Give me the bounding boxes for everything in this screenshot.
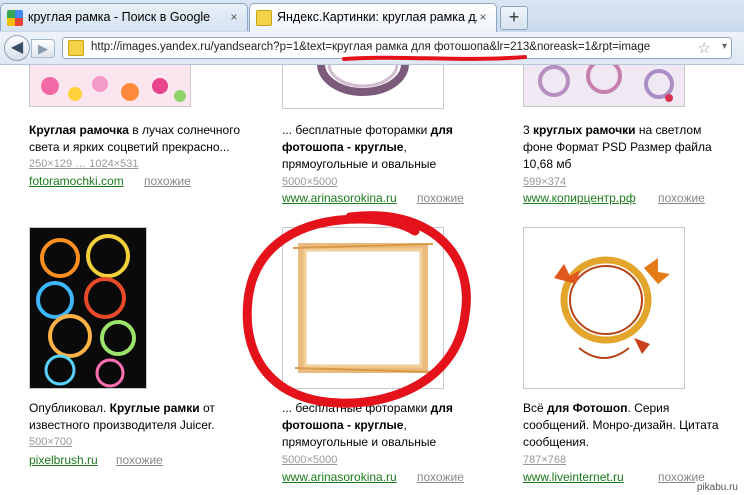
history-dropdown-icon[interactable]: ▾ (722, 41, 727, 52)
new-tab-button[interactable]: + (500, 6, 528, 30)
image-size[interactable]: 250×129 … 1024×531 (29, 158, 139, 170)
tab-title: круглая рамка - Поиск в Google (28, 10, 211, 24)
navigation-bar: ◀ ▶ http://images.yandex.ru/yandsearch?p… (0, 32, 744, 65)
tab-google-search[interactable]: круглая рамка - Поиск в Google × (0, 3, 248, 31)
bookmark-star-icon[interactable]: ☆ (698, 39, 711, 57)
image-autumn-round-frame (524, 228, 684, 388)
image-three-frames (524, 65, 684, 106)
back-button[interactable]: ◀ (4, 35, 30, 61)
result-snippet: Опубликовал. Круглые рамки от известного… (29, 401, 215, 432)
result-thumbnail[interactable] (523, 227, 685, 389)
result-snippet: Круглая рамочка в лучах солнечного света… (29, 123, 240, 154)
image-size[interactable]: 599×374 (523, 176, 566, 188)
tab-strip: круглая рамка - Поиск в Google × Яндекс.… (0, 0, 744, 33)
search-results: Круглая рамочка в лучах солнечного света… (0, 65, 744, 495)
image-size[interactable]: 5000×5000 (282, 176, 337, 188)
source-link[interactable]: pixelbrush.ru (29, 453, 98, 467)
source-link[interactable]: www.arinasorokina.ru (282, 191, 397, 205)
forward-button[interactable]: ▶ (31, 39, 55, 58)
result-thumbnail[interactable] (29, 65, 191, 107)
close-tab-icon[interactable]: × (227, 10, 241, 24)
image-round-frame (283, 65, 443, 108)
source-link[interactable]: www.liveinternet.ru (523, 470, 624, 484)
image-flower-frame (30, 65, 190, 106)
annotation-underline (342, 55, 527, 61)
image-size[interactable]: 787×768 (523, 454, 566, 466)
result-snippet: Всё для Фотошоп. Серия сообщений. Монро-… (523, 401, 719, 449)
yandex-icon (256, 10, 272, 26)
similar-link[interactable]: похожие (658, 191, 705, 205)
result-thumbnail[interactable] (29, 227, 147, 389)
similar-link[interactable]: похожие (417, 470, 464, 484)
source-link[interactable]: fotoramochki.com (29, 174, 124, 188)
result-thumbnail[interactable] (282, 65, 444, 109)
source-link[interactable]: www.копирцентр.рф (523, 191, 636, 205)
close-tab-icon[interactable]: × (476, 10, 490, 24)
tab-yandex-images[interactable]: Яндекс.Картинки: круглая рамка дл... × (249, 3, 497, 32)
tab-title: Яндекс.Картинки: круглая рамка дл... (277, 10, 477, 24)
result-thumbnail[interactable] (523, 65, 685, 107)
image-size[interactable]: 500×700 (29, 436, 72, 448)
watermark: pikabu.ru (694, 482, 740, 493)
similar-link[interactable]: похожие (417, 191, 464, 205)
image-glowing-rings (30, 228, 146, 388)
similar-link[interactable]: похожие (144, 174, 191, 188)
google-icon (7, 10, 23, 26)
result-snippet: ... бесплатные фоторамки для фотошопа - … (282, 123, 453, 171)
result-snippet: 3 круглых рамочки на светлом фоне Формат… (523, 123, 712, 171)
image-size[interactable]: 5000×5000 (282, 454, 337, 466)
similar-link[interactable]: похожие (116, 453, 163, 467)
annotation-circle (242, 211, 471, 408)
source-link[interactable]: www.arinasorokina.ru (282, 470, 397, 484)
site-icon (68, 40, 84, 56)
